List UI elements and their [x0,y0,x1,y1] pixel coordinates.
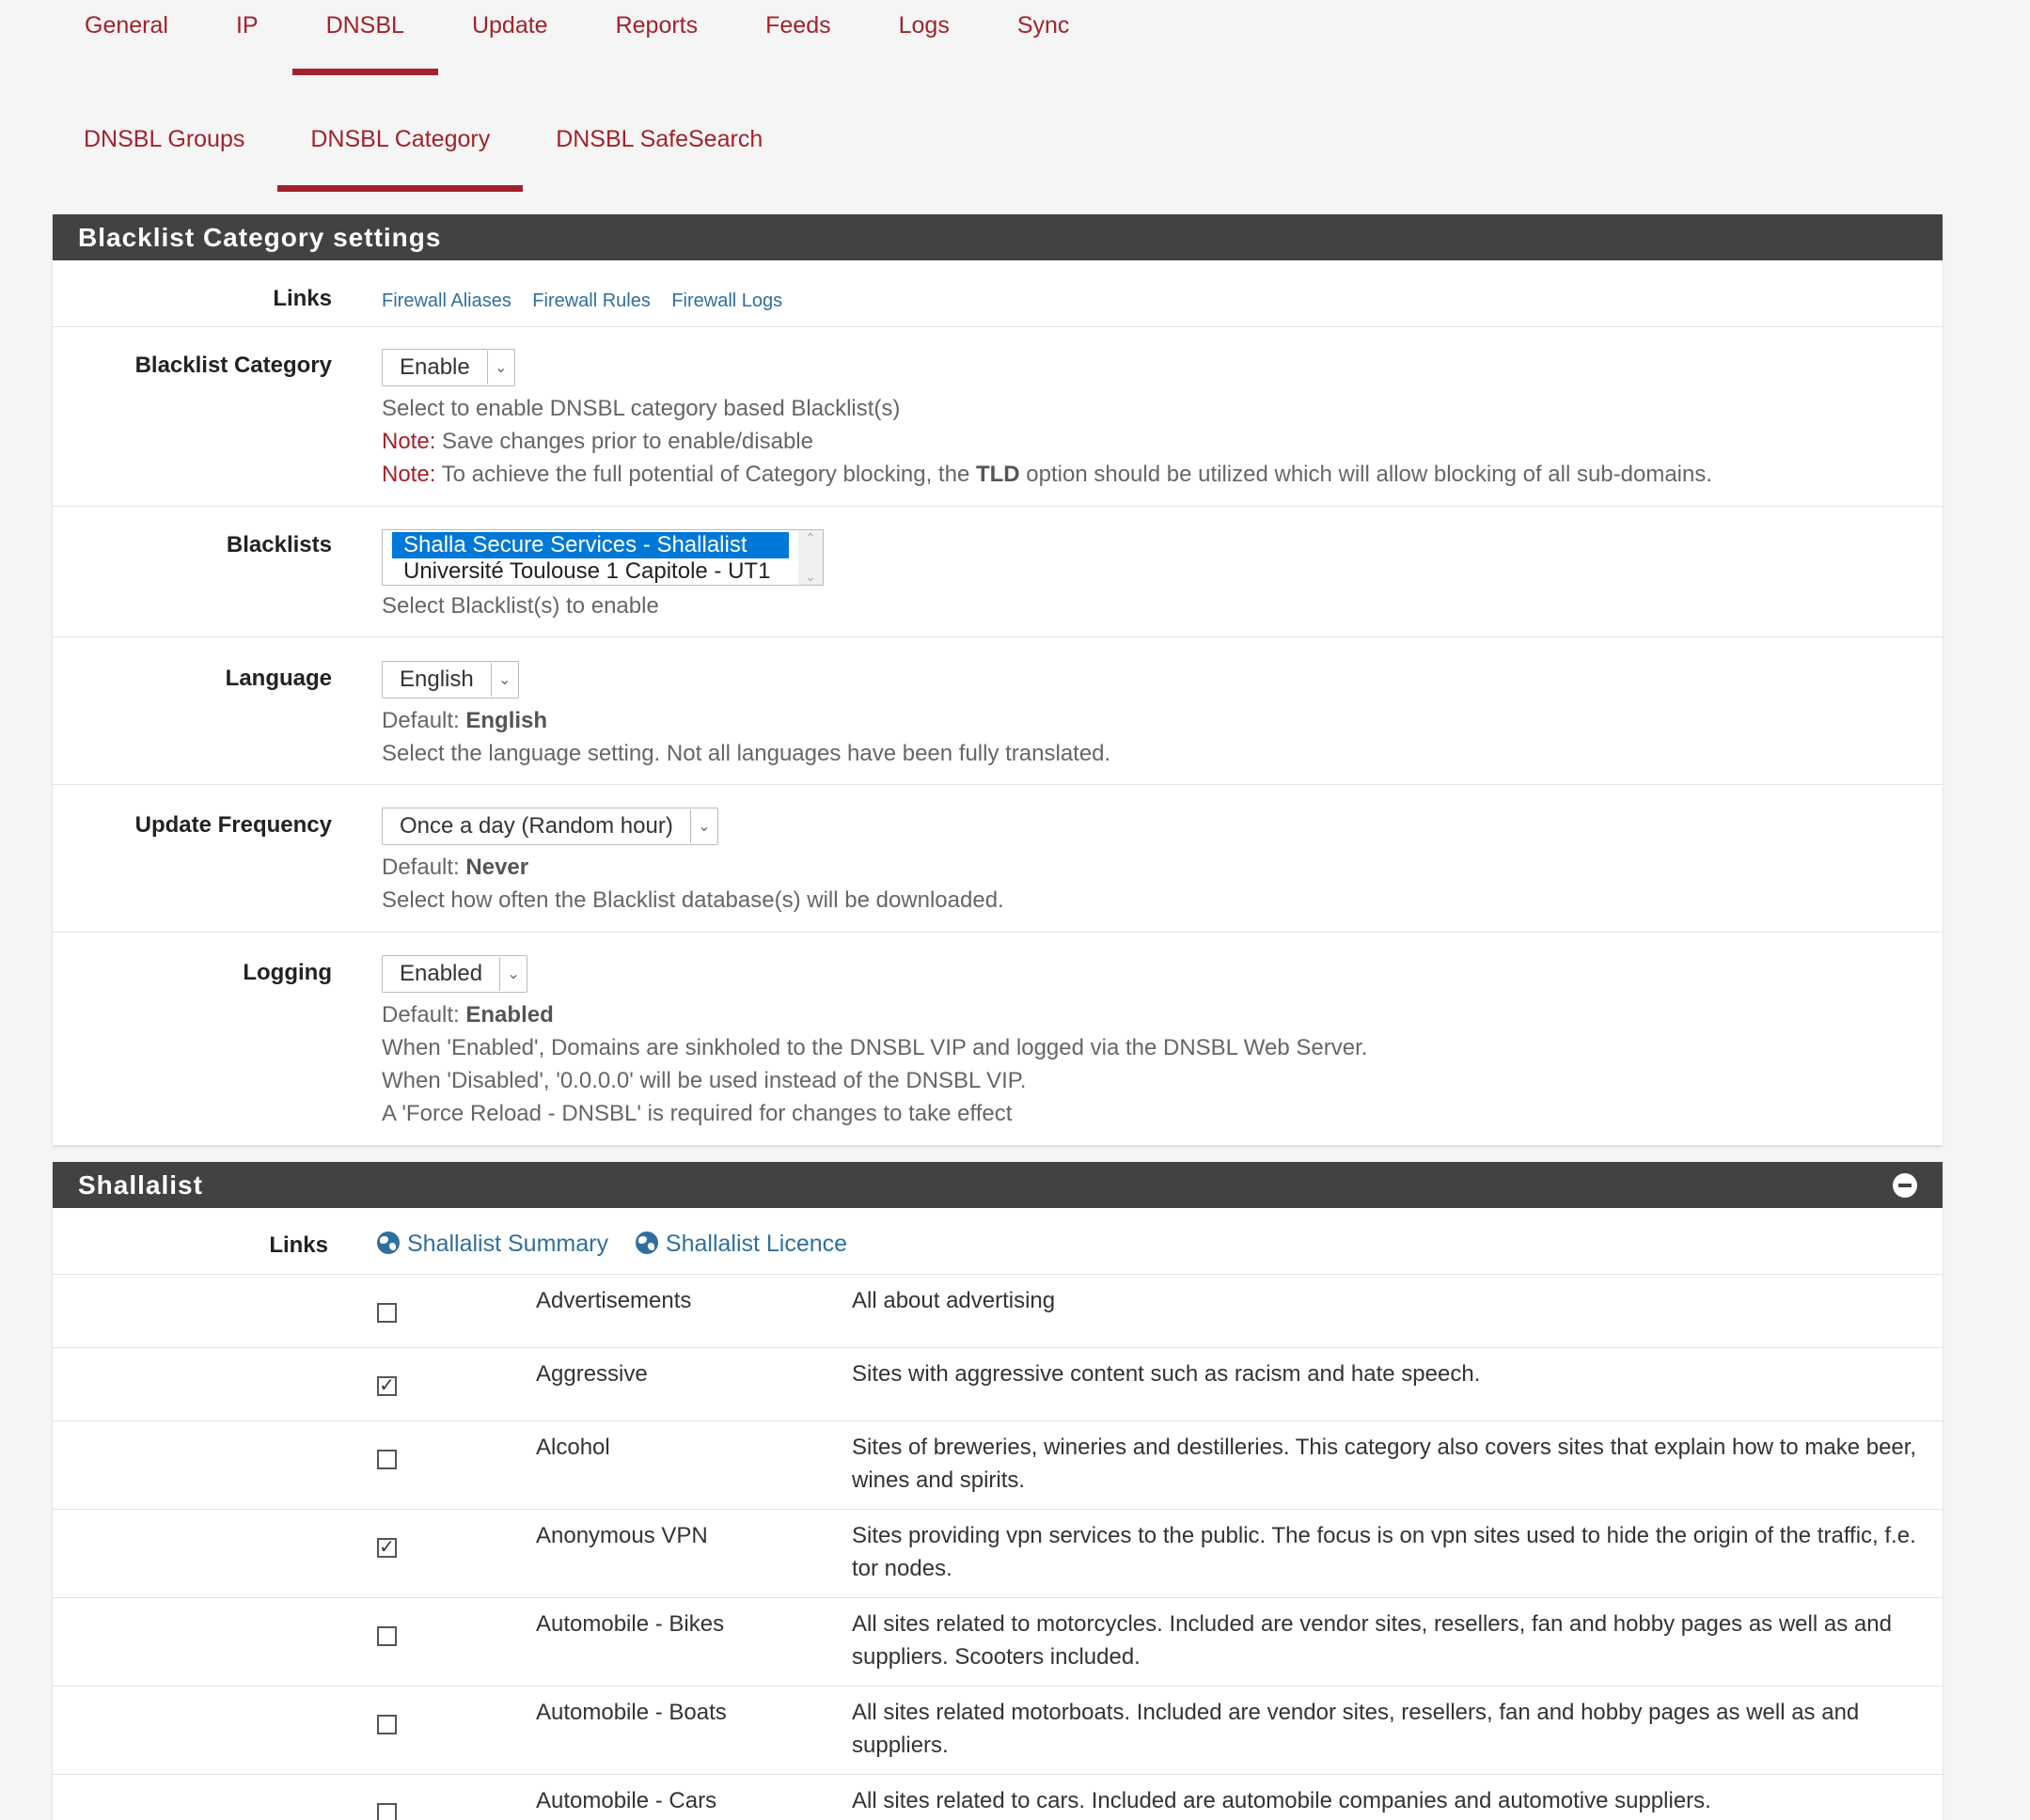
update-frequency-select[interactable]: Once a day (Random hour) ⌄ [382,808,718,845]
language-help: Select the language setting. Not all lan… [382,741,1111,766]
chevron-down-icon: ⌄ [486,351,514,384]
category-row: ✓ Anonymous VPN Sites providing vpn servic… [53,1510,1943,1598]
tab-reports[interactable]: Reports [582,9,732,41]
category-name: Automobile - Cars [536,1788,717,1813]
category-checkbox[interactable] [377,1450,397,1469]
category-list: Advertisements All about advertising ✓ Aggr… [53,1275,1943,1820]
tab-logs[interactable]: Logs [865,9,984,41]
category-description: All sites related motorboats. Included a… [852,1700,1860,1758]
blacklist-category-note1: Note: Save changes prior to enable/disab… [382,429,813,454]
update-frequency-help: Select how often the Blacklist database(… [382,887,1004,913]
language-label: Language [225,666,332,691]
links-label: Links [273,286,332,311]
category-row: Alcohol Sites of breweries, wineries and … [53,1421,1943,1510]
blacklists-listbox[interactable]: Shalla Secure Services - Shallalist Univ… [382,529,824,586]
blacklist-category-row: Blacklist Category Enable ⌄ Select to en… [53,327,1943,507]
tab-dnsbl[interactable]: DNSBL [291,9,439,75]
links-row: Links Firewall Aliases Firewall Rules Fi… [53,260,1943,327]
logging-row: Logging Enabled ⌄ Default: Enabled When … [53,933,1943,1145]
globe-icon [635,1232,658,1254]
secondary-tabs: DNSBL Groups DNSBL Category DNSBL SafeSe… [51,122,795,192]
category-name: Aggressive [536,1361,648,1387]
firewall-logs-link[interactable]: Firewall Logs [671,290,782,311]
globe-icon [377,1232,400,1254]
category-name: Automobile - Boats [536,1700,727,1725]
logging-select[interactable]: Enabled ⌄ [382,955,528,993]
tab-update[interactable]: Update [438,9,582,41]
logging-help1: When 'Enabled', Domains are sinkholed to… [382,1035,1368,1060]
category-name: Anonymous VPN [536,1523,708,1548]
firewall-rules-link[interactable]: Firewall Rules [532,290,651,311]
category-description: Sites with aggressive content such as ra… [852,1361,1481,1387]
shallalist-licence-link[interactable]: Shallalist Licence [635,1231,847,1257]
blacklists-label: Blacklists [226,532,332,557]
category-row: ✓ Aggressive Sites with aggressive content… [53,1348,1943,1421]
blacklists-help: Select Blacklist(s) to enable [382,593,659,619]
collapse-minus-icon[interactable] [1893,1173,1917,1198]
logging-help3: A 'Force Reload - DNSBL' is required for… [382,1101,1013,1126]
category-row: Advertisements All about advertising [53,1275,1943,1348]
language-default: Default: English [382,708,548,733]
blacklist-option-ut1[interactable]: Université Toulouse 1 Capitole - UT1 [392,558,789,585]
category-checkbox[interactable]: ✓ [377,1538,397,1558]
blacklists-row: Blacklists Shalla Secure Services - Shal… [53,507,1943,637]
chevron-down-icon: ⌄ [490,663,518,697]
category-name: Alcohol [536,1435,610,1460]
shallalist-summary-link[interactable]: Shallalist Summary [377,1231,608,1257]
chevron-down-icon[interactable]: ⌄ [805,569,816,585]
update-frequency-row: Update Frequency Once a day (Random hour… [53,785,1943,933]
blacklist-category-help: Select to enable DNSBL category based Bl… [382,396,901,421]
chevron-down-icon: ⌄ [499,957,527,991]
category-description: Sites of breweries, wineries and destill… [852,1435,1917,1493]
update-frequency-default: Default: Never [382,855,529,880]
chevron-down-icon: ⌄ [689,809,717,843]
blacklist-category-note2: Note: To achieve the full potential of C… [382,462,1713,487]
category-row: Automobile - Bikes All sites related to m… [53,1598,1943,1687]
chevron-up-icon[interactable]: ⌃ [805,530,816,546]
logging-help2: When 'Disabled', '0.0.0.0' will be used … [382,1068,1027,1093]
logging-label: Logging [243,960,332,985]
blacklist-category-label: Blacklist Category [134,353,332,378]
firewall-aliases-link[interactable]: Firewall Aliases [382,290,511,311]
tab-dnsbl-category[interactable]: DNSBL Category [277,122,524,192]
shallalist-panel: Shallalist Links Shallalist Summary Shal… [53,1162,1943,1820]
tab-dnsbl-safesearch[interactable]: DNSBL SafeSearch [523,122,795,156]
category-checkbox[interactable] [377,1715,397,1734]
update-frequency-label: Update Frequency [134,812,332,838]
category-name: Automobile - Bikes [536,1611,725,1637]
category-row: Automobile - Cars All sites related to ca… [53,1775,1943,1820]
shallalist-links-row: Links Shallalist Summary Shallalist Lice… [53,1208,1943,1275]
tab-ip[interactable]: IP [202,9,292,41]
tab-sync[interactable]: Sync [984,9,1104,41]
category-description: All sites related to motorcycles. Includ… [852,1611,1892,1670]
category-checkbox[interactable] [377,1626,397,1646]
category-description: Sites providing vpn services to the publ… [852,1523,1916,1581]
category-name: Advertisements [536,1288,692,1313]
shallalist-panel-title: Shallalist [53,1162,1943,1208]
settings-panel: Blacklist Category settings Links Firewa… [53,214,1943,1145]
shallalist-links-label: Links [269,1232,328,1258]
listbox-scrollbar[interactable]: ⌃ ⌄ [798,530,823,585]
blacklist-option-shallalist[interactable]: Shalla Secure Services - Shallalist [392,532,789,558]
category-checkbox[interactable]: ✓ [377,1376,397,1396]
category-row: Automobile - Boats All sites related moto… [53,1687,1943,1775]
category-description: All about advertising [852,1288,1056,1313]
language-row: Language English ⌄ Default: English Sele… [53,637,1943,785]
tab-general[interactable]: General [51,9,202,41]
language-select[interactable]: English ⌄ [382,661,519,698]
category-description: All sites related to cars. Included are … [852,1788,1711,1813]
settings-panel-title: Blacklist Category settings [53,214,1943,260]
logging-default: Default: Enabled [382,1002,554,1028]
primary-tabs: General IP DNSBL Update Reports Feeds Lo… [51,9,1104,75]
tab-feeds[interactable]: Feeds [732,9,864,41]
category-checkbox[interactable] [377,1303,397,1323]
blacklist-category-select[interactable]: Enable ⌄ [382,349,515,386]
tab-dnsbl-groups[interactable]: DNSBL Groups [51,122,277,156]
